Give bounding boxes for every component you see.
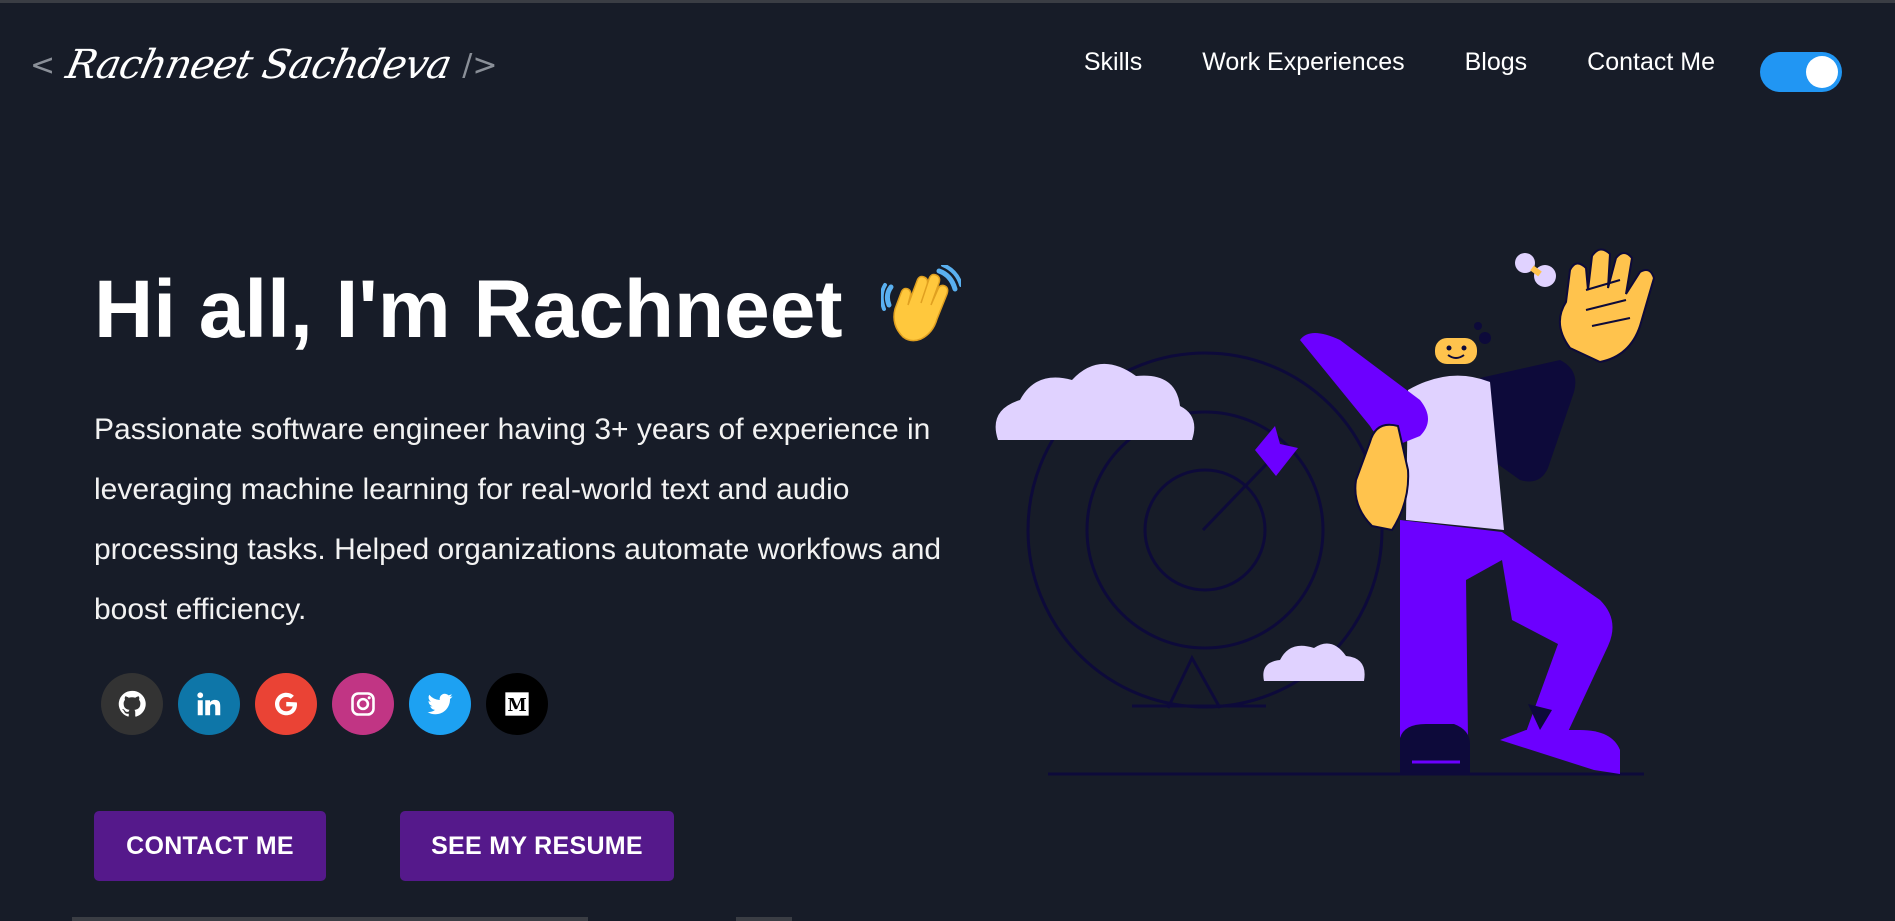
scroll-indicator-right: [736, 917, 792, 921]
google-icon[interactable]: [255, 673, 317, 735]
instagram-icon[interactable]: [332, 673, 394, 735]
contact-me-button[interactable]: CONTACT ME: [94, 811, 326, 881]
logo[interactable]: < Rachneet Sachdeva />: [30, 42, 497, 88]
site-header: < Rachneet Sachdeva /> Skills Work Exper…: [0, 0, 1895, 140]
hero-subtitle: Passionate software engineer having 3+ y…: [94, 413, 942, 626]
svg-text:M: M: [507, 696, 526, 716]
nav-item-contact-me[interactable]: Contact Me: [1587, 48, 1715, 77]
linkedin-icon[interactable]: [178, 673, 240, 735]
nav-item-work-experiences[interactable]: Work Experiences: [1202, 48, 1404, 77]
medium-icon[interactable]: M: [486, 673, 548, 735]
theme-toggle[interactable]: [1760, 52, 1842, 92]
logo-left-bracket: <: [30, 47, 56, 83]
logo-name: Rachneet Sachdeva: [62, 42, 456, 88]
waving-hand-icon: [880, 263, 964, 365]
main-nav: Skills Work Experiences Blogs Contact Me: [1024, 48, 1715, 77]
social-links: M: [101, 673, 548, 735]
toggle-knob: [1806, 56, 1838, 88]
see-my-resume-button[interactable]: SEE MY RESUME: [400, 811, 674, 881]
scroll-indicator-left: [72, 917, 588, 921]
hero-title: Hi all, I'm Rachneet: [94, 262, 964, 365]
github-icon[interactable]: [101, 673, 163, 735]
hero-title-text: Hi all, I'm Rachneet: [94, 264, 843, 355]
nav-item-blogs[interactable]: Blogs: [1465, 48, 1528, 77]
logo-right-bracket: />: [462, 47, 498, 83]
hero-illustration: [980, 230, 1660, 795]
twitter-icon[interactable]: [409, 673, 471, 735]
nav-item-skills[interactable]: Skills: [1084, 48, 1142, 77]
